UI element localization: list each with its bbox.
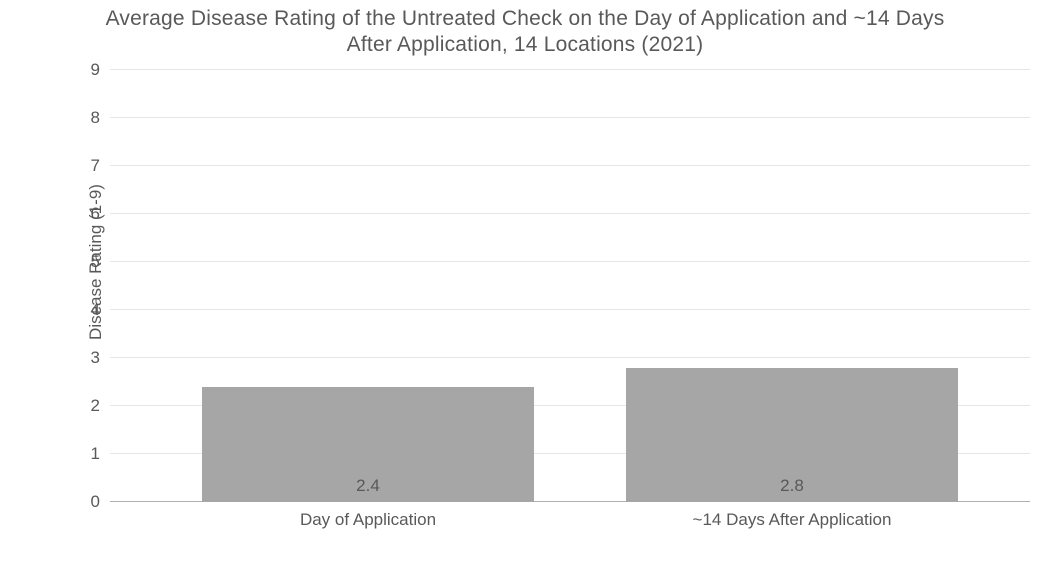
bar-value-label: 2.4 xyxy=(202,476,534,496)
plot-area: 9 8 7 6 5 4 3 2 1 0 2.4 2.8 Day of Appli xyxy=(110,70,1030,502)
y-tick-label: 2 xyxy=(91,396,110,416)
x-tick-label: ~14 Days After Application xyxy=(626,502,958,530)
chart-title-line2: After Application, 14 Locations (2021) xyxy=(347,33,704,56)
y-tick-label: 1 xyxy=(91,444,110,464)
chart-title: Average Disease Rating of the Untreated … xyxy=(0,6,1050,59)
y-tick-label: 4 xyxy=(91,300,110,320)
y-tick-label: 6 xyxy=(91,204,110,224)
bar-value-label: 2.8 xyxy=(626,476,958,496)
bars-group: 2.4 2.8 xyxy=(110,70,1030,502)
bar-day-of-application: 2.4 xyxy=(202,387,534,502)
chart-title-line1: Average Disease Rating of the Untreated … xyxy=(106,7,945,30)
x-tick-label: Day of Application xyxy=(202,502,534,530)
bar-14-days-after: 2.8 xyxy=(626,368,958,502)
y-tick-label: 9 xyxy=(91,60,110,80)
y-tick-label: 3 xyxy=(91,348,110,368)
y-tick-label: 5 xyxy=(91,252,110,272)
chart-container: Average Disease Rating of the Untreated … xyxy=(0,0,1050,566)
y-tick-label: 7 xyxy=(91,156,110,176)
y-tick-label: 8 xyxy=(91,108,110,128)
y-tick-label: 0 xyxy=(91,492,110,512)
